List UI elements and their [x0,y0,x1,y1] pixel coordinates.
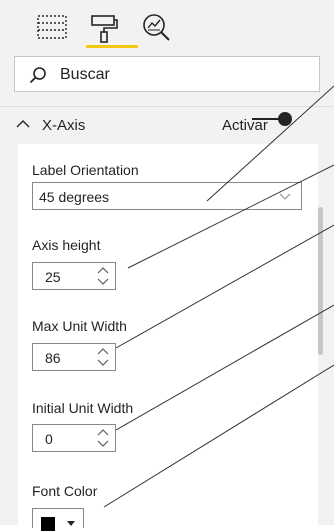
increment-icon[interactable] [97,266,109,274]
pane-tabs [0,0,334,56]
toggle-track [252,118,280,120]
max-unit-width-stepper[interactable]: 86 [32,343,116,371]
decrement-icon[interactable] [97,359,109,367]
toggle-knob[interactable] [278,112,292,126]
search-input[interactable]: Buscar [60,66,110,84]
tab-format[interactable] [86,12,138,48]
active-tab-indicator [86,45,138,48]
axis-height-stepper[interactable]: 25 [32,262,116,290]
max-unit-width-label: Max Unit Width [32,318,127,334]
tab-analytics[interactable] [140,12,172,48]
increment-icon[interactable] [97,347,109,355]
chevron-down-icon [279,193,291,200]
format-pane: Buscar X-Axis Activar Label Orientation … [0,0,334,531]
search-icon [29,67,46,84]
decrement-icon[interactable] [97,278,109,286]
increment-icon[interactable] [97,428,109,436]
x-axis-toggle[interactable] [252,112,292,126]
fields-icon [37,15,67,39]
initial-unit-width-value[interactable]: 0 [45,431,53,447]
label-orientation-label: Label Orientation [32,162,139,178]
chevron-up-icon[interactable] [16,119,30,129]
initial-unit-width-stepper[interactable]: 0 [32,424,116,452]
initial-unit-width-label: Initial Unit Width [32,400,134,416]
search-box[interactable]: Buscar [14,56,320,92]
axis-height-value[interactable]: 25 [45,269,61,285]
label-orientation-value: 45 degrees [39,189,110,205]
decrement-icon[interactable] [97,440,109,448]
caret-down-icon [67,521,75,526]
max-unit-width-value[interactable]: 86 [45,350,61,366]
analytics-magnifier-icon [143,14,170,41]
scrollbar-thumb[interactable] [318,207,323,355]
axis-height-label: Axis height [32,237,101,253]
label-orientation-dropdown[interactable]: 45 degrees [32,182,302,210]
font-color-swatch [41,517,55,531]
format-paint-roller-icon [91,15,118,43]
section-title: X-Axis [42,117,86,134]
tab-fields[interactable] [36,12,68,48]
font-color-picker[interactable] [32,508,84,531]
font-color-label: Font Color [32,483,98,499]
